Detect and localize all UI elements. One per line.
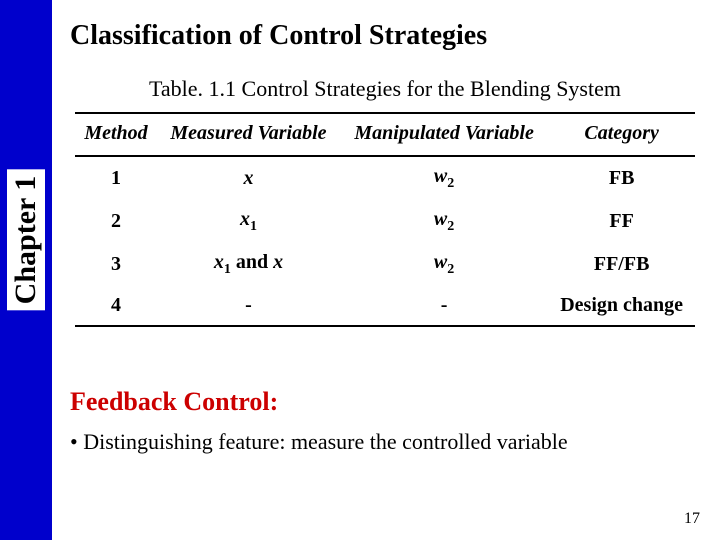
- cell-category: Design change: [548, 286, 695, 326]
- cell-method: 2: [75, 200, 157, 243]
- cell-measured: -: [157, 286, 340, 326]
- cell-measured: x1 and x: [157, 243, 340, 286]
- col-measured: Measured Variable: [157, 113, 340, 156]
- table-caption: Table. 1.1 Control Strategies for the Bl…: [60, 76, 710, 102]
- col-category: Category: [548, 113, 695, 156]
- page-number: 17: [684, 510, 700, 528]
- table-row: 2 x1 w2 FF: [75, 200, 695, 243]
- slide-title: Classification of Control Strategies: [70, 20, 710, 52]
- col-method: Method: [75, 113, 157, 156]
- table-row: 3 x1 and x w2 FF/FB: [75, 243, 695, 286]
- cell-manipulated: w2: [340, 156, 548, 200]
- cell-category: FF: [548, 200, 695, 243]
- cell-measured: x1: [157, 200, 340, 243]
- strategies-table: Method Measured Variable Manipulated Var…: [75, 112, 695, 327]
- slide-content: Classification of Control Strategies Tab…: [60, 0, 710, 455]
- cell-method: 3: [75, 243, 157, 286]
- chapter-label: Chapter 1: [7, 170, 45, 311]
- cell-category: FB: [548, 156, 695, 200]
- table-row: 1 x w2 FB: [75, 156, 695, 200]
- bullet-item: • Distinguishing feature: measure the co…: [70, 429, 710, 455]
- cell-manipulated: w2: [340, 243, 548, 286]
- cell-category: FF/FB: [548, 243, 695, 286]
- col-manipulated: Manipulated Variable: [340, 113, 548, 156]
- table-header-row: Method Measured Variable Manipulated Var…: [75, 113, 695, 156]
- cell-measured: x: [157, 156, 340, 200]
- cell-manipulated: w2: [340, 200, 548, 243]
- table-row: 4 - - Design change: [75, 286, 695, 326]
- section-heading: Feedback Control:: [70, 387, 710, 417]
- cell-method: 1: [75, 156, 157, 200]
- cell-manipulated: -: [340, 286, 548, 326]
- cell-method: 4: [75, 286, 157, 326]
